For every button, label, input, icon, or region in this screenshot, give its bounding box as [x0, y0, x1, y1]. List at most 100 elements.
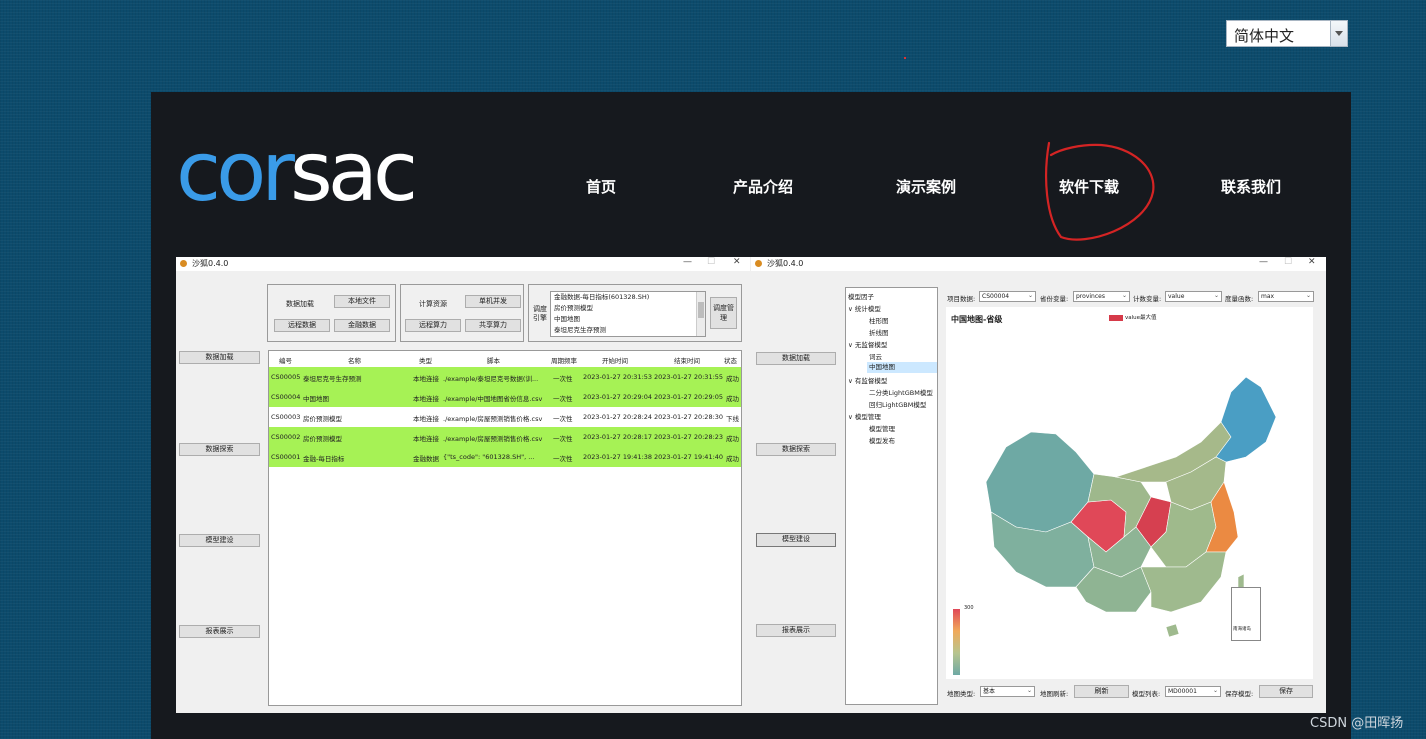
local-file-button[interactable]: 本地文件 — [334, 295, 390, 308]
shared-compute-button[interactable]: 共享算力 — [465, 319, 521, 332]
list-item[interactable]: 泰坦尼克生存预测 — [554, 325, 705, 336]
col-header[interactable]: 周期频率 — [551, 355, 577, 365]
scrollbar[interactable] — [696, 292, 705, 336]
province-select[interactable]: provinces — [1073, 291, 1130, 302]
remote-compute-button[interactable]: 远程算力 — [405, 319, 461, 332]
visual-map-scale[interactable] — [953, 609, 960, 675]
language-select[interactable]: 简体中文 — [1226, 20, 1348, 47]
minimize-icon[interactable]: — — [1259, 257, 1268, 267]
cell-start: 2023-01-27 20:28:17 — [583, 433, 653, 441]
metric-label: 度量函数: — [1225, 295, 1254, 303]
col-header[interactable]: 编号 — [279, 355, 292, 365]
side-btn-report[interactable]: 报表展示 — [179, 625, 260, 638]
tree-item-selected[interactable]: 中国地图 — [867, 362, 937, 373]
tree-item-label: 无监督模型 — [854, 341, 888, 349]
project-select[interactable]: CS00004 — [979, 291, 1036, 302]
data-load-group: 数据加载 本地文件 远程数据 金融数据 — [267, 284, 396, 342]
tree-item[interactable]: 二分类LightGBM模型 — [869, 387, 933, 397]
side-btn-explore[interactable]: 数据探索 — [179, 443, 260, 456]
cell-script: ./example/泰坦尼克号数据(训... — [443, 375, 539, 383]
legend-swatch[interactable] — [1109, 315, 1123, 321]
count-select[interactable]: value — [1165, 291, 1222, 302]
single-parallel-button[interactable]: 单机并发 — [465, 295, 521, 308]
cell-status: 成功 — [726, 435, 739, 443]
side-btn-model[interactable]: 模型建设 — [179, 534, 260, 547]
red-circle-annotation — [1045, 141, 1155, 241]
side-btn-load[interactable]: 数据加载 — [179, 351, 260, 364]
chevron-down-icon[interactable]: ∨ — [848, 413, 855, 421]
tree-item[interactable]: 模型发布 — [869, 435, 895, 445]
chevron-down-icon[interactable]: ∨ — [848, 305, 855, 313]
table-header: 编号 名称 类型 脚本 周期频率 开始时间 结束时间 状态 — [269, 351, 741, 368]
scheduler-label: 调度引擎 — [533, 305, 547, 322]
tree-item[interactable]: ∨ 无监督模型 — [848, 339, 887, 349]
col-header[interactable]: 类型 — [419, 355, 432, 365]
right-window-titlebar: 沙狐0.4.0 — ☐ ✕ — [751, 257, 1326, 271]
col-header[interactable]: 状态 — [724, 355, 737, 365]
tree-item[interactable]: ∨ 模型管理 — [848, 411, 881, 421]
list-item[interactable]: 金融数据-每日指标(601328.SH) — [554, 292, 705, 303]
tree-item[interactable]: 折线图 — [869, 327, 889, 337]
table-row[interactable]: CS00002 房价预测模型 本地连接 ./example/房屋预测销售价格.csv 一… — [269, 427, 741, 447]
table-row[interactable]: CS00005 泰坦尼克号生存预测 本地连接 ./example/泰坦尼克号数据(训.… — [269, 367, 741, 387]
tree-item[interactable]: ∨ 统计模型 — [848, 303, 881, 313]
scheduler-manage-button[interactable]: 调度管理 — [710, 297, 737, 329]
save-button[interactable]: 保存 — [1259, 685, 1313, 698]
compute-group: 计算资源 单机并发 远程算力 共享算力 — [400, 284, 524, 342]
side-btn-explore[interactable]: 数据探索 — [756, 443, 836, 456]
remote-data-button[interactable]: 远程数据 — [274, 319, 330, 332]
province-label: 省份变量: — [1040, 295, 1069, 303]
nav-contact[interactable]: 联系我们 — [1221, 176, 1281, 197]
cell-type: 本地连接 — [413, 415, 439, 423]
side-btn-model[interactable]: 模型建设 — [756, 533, 836, 547]
cell-status: 成功 — [726, 395, 739, 403]
tree-item[interactable]: 模型因子 — [848, 291, 874, 301]
logo[interactable]: corsac — [176, 132, 418, 214]
col-header[interactable]: 结束时间 — [674, 355, 700, 365]
cell-script: ./example/房屋预测销售价格.csv — [443, 415, 543, 423]
list-item[interactable]: 中国地图 — [554, 314, 705, 325]
right-window-title: 沙狐0.4.0 — [767, 259, 804, 268]
side-btn-load[interactable]: 数据加载 — [756, 352, 836, 365]
nav-demos[interactable]: 演示案例 — [896, 176, 956, 197]
nav-home[interactable]: 首页 — [586, 176, 616, 197]
maximize-icon[interactable]: ☐ — [707, 257, 715, 267]
chevron-down-icon[interactable] — [1330, 21, 1347, 46]
tree-item[interactable]: 柱形图 — [869, 315, 889, 325]
minimize-icon[interactable]: — — [683, 257, 692, 267]
close-icon[interactable]: ✕ — [1308, 257, 1316, 267]
tree-item[interactable]: 回归LightGBM模型 — [869, 399, 926, 409]
right-app-window: 沙狐0.4.0 — ☐ ✕ 数据加载 数据探索 模型建设 报表展示 模型因子 ∨… — [751, 257, 1326, 713]
list-item[interactable]: 房价预测模型 — [554, 303, 705, 314]
refresh-button[interactable]: 刷新 — [1074, 685, 1129, 698]
cell-status: 成功 — [726, 375, 739, 383]
metric-select[interactable]: max — [1258, 291, 1314, 302]
chevron-down-icon[interactable]: ∨ — [848, 341, 855, 349]
close-icon[interactable]: ✕ — [733, 257, 741, 267]
table-row[interactable]: CS00003 房价预测模型 本地连接 ./example/房屋预测销售价格.csv 一… — [269, 407, 741, 427]
nav-products[interactable]: 产品介绍 — [733, 176, 793, 197]
cell-end: 2023-01-27 20:31:55 — [654, 373, 724, 381]
cell-id: CS00005 — [271, 373, 301, 381]
maximize-icon[interactable]: ☐ — [1284, 257, 1292, 267]
col-header[interactable]: 名称 — [348, 355, 361, 365]
col-header[interactable]: 脚本 — [487, 355, 500, 365]
side-btn-report[interactable]: 报表展示 — [756, 624, 836, 637]
tree-item[interactable]: 词云 — [869, 351, 882, 361]
chevron-down-icon[interactable]: ∨ — [848, 377, 855, 385]
financial-data-button[interactable]: 金融数据 — [334, 319, 390, 332]
map-type-select[interactable]: 基本 — [980, 686, 1035, 697]
cell-freq: 一次性 — [553, 415, 573, 423]
left-window-title: 沙狐0.4.0 — [192, 259, 229, 268]
tree-item[interactable]: 模型管理 — [869, 423, 895, 433]
map-refresh-label: 地图刷新: — [1040, 690, 1069, 698]
cell-name: 金融-每日指标 — [303, 455, 345, 463]
cell-start: 2023-01-27 20:29:04 — [583, 393, 653, 401]
table-row[interactable]: CS00001 金融-每日指标 金融数据 {"ts_code": "601328.SH… — [269, 447, 741, 467]
table-row[interactable]: CS00004 中国地图 本地连接 ./example/中国地图省份信息.csv 一次性… — [269, 387, 741, 407]
logo-part-cor: cor — [176, 125, 295, 220]
col-header[interactable]: 开始时间 — [602, 355, 628, 365]
tree-item[interactable]: ∨ 有监督模型 — [848, 375, 887, 385]
scheduler-list[interactable]: 金融数据-每日指标(601328.SH) 房价预测模型 中国地图 泰坦尼克生存预… — [550, 291, 706, 337]
model-list-select[interactable]: MD00001 — [1165, 686, 1221, 697]
